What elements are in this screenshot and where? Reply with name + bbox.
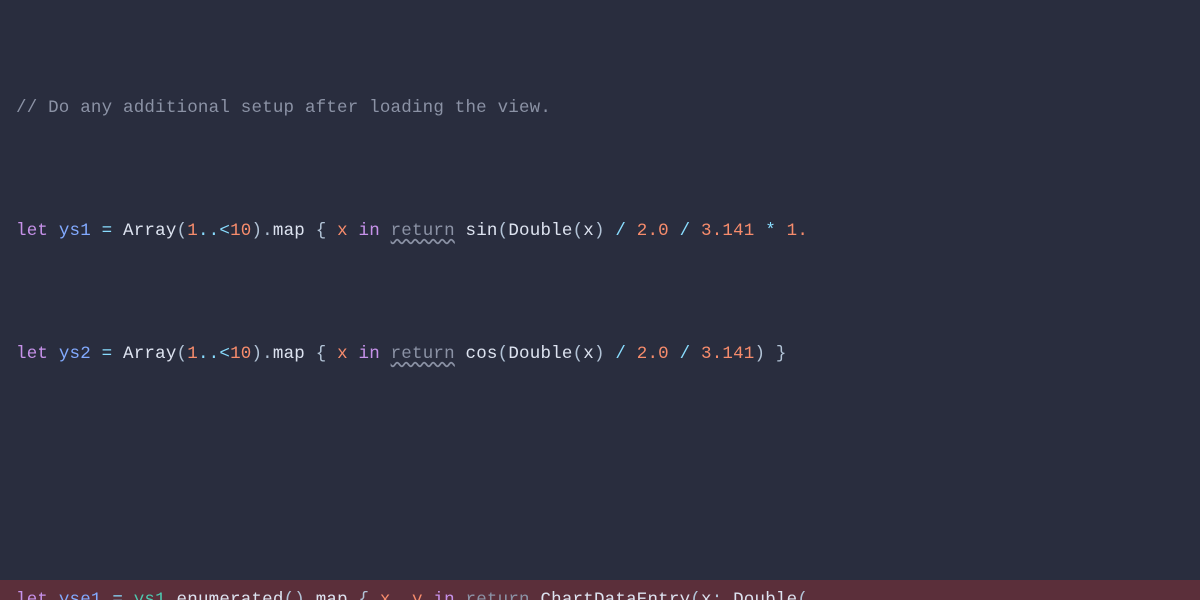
divide: / <box>680 344 691 364</box>
type-array: Array <box>123 221 177 241</box>
comment: // Do any additional setup after loading… <box>16 98 551 118</box>
number: 2.0 <box>637 344 669 364</box>
number: 1. <box>787 221 808 241</box>
var-x: x <box>583 344 594 364</box>
paren: ) <box>594 344 605 364</box>
param-y: y <box>412 590 423 600</box>
type-double: Double <box>508 344 572 364</box>
keyword-in: in <box>359 221 380 241</box>
code-line[interactable]: let ys1 = Array(1..<10).map { x in retur… <box>0 211 1200 252</box>
paren: ( <box>284 590 295 600</box>
number: 10 <box>230 221 251 241</box>
keyword-in: in <box>359 344 380 364</box>
paren: ) <box>294 590 305 600</box>
divide: / <box>615 344 626 364</box>
number: 10 <box>230 344 251 364</box>
paren: ( <box>573 221 584 241</box>
method-enumerated: enumerated <box>177 590 284 600</box>
type-double: Double <box>508 221 572 241</box>
code-line-highlighted[interactable]: let yse1 = ys1.enumerated().map { x, y i… <box>0 580 1200 600</box>
keyword-let: let <box>16 344 48 364</box>
type-double: Double <box>733 590 797 600</box>
dot: . <box>262 344 273 364</box>
number: 2.0 <box>637 221 669 241</box>
equals: = <box>102 221 113 241</box>
equals: = <box>102 344 113 364</box>
dot: . <box>305 590 316 600</box>
paren: ( <box>498 344 509 364</box>
paren: ) <box>251 221 262 241</box>
type-array: Array <box>123 344 177 364</box>
paren: ) <box>251 344 262 364</box>
var-ys1: ys1 <box>59 221 91 241</box>
range-op: ..< <box>198 344 230 364</box>
keyword-in: in <box>433 590 454 600</box>
brace: } <box>776 344 787 364</box>
keyword-let: let <box>16 590 48 600</box>
paren: ( <box>498 221 509 241</box>
paren: ( <box>177 221 188 241</box>
keyword-return: return <box>391 344 455 364</box>
paren: ) <box>755 344 766 364</box>
code-line[interactable]: let ys2 = Array(1..<10).map { x in retur… <box>0 334 1200 375</box>
paren: ) <box>594 221 605 241</box>
equals: = <box>112 590 123 600</box>
multiply: * <box>765 221 776 241</box>
number: 3.141 <box>701 344 755 364</box>
number: 1 <box>187 221 198 241</box>
blank-line[interactable] <box>0 457 1200 498</box>
brace: { <box>316 344 327 364</box>
brace: { <box>359 590 370 600</box>
param-x: x <box>380 590 391 600</box>
paren: ( <box>690 590 701 600</box>
func-cos: cos <box>466 344 498 364</box>
var-x: x <box>583 221 594 241</box>
param-x: x <box>337 344 348 364</box>
paren: ( <box>177 344 188 364</box>
brace: { <box>316 221 327 241</box>
method-map: map <box>273 344 305 364</box>
method-map: map <box>316 590 348 600</box>
divide: / <box>680 221 691 241</box>
param-x: x <box>337 221 348 241</box>
keyword-return: return <box>466 590 530 600</box>
divide: / <box>615 221 626 241</box>
colon: : <box>712 590 723 600</box>
paren: ( <box>573 344 584 364</box>
keyword-let: let <box>16 221 48 241</box>
dot: . <box>166 590 177 600</box>
comma: , <box>391 590 402 600</box>
var-yse1: yse1 <box>59 590 102 600</box>
keyword-return: return <box>391 221 455 241</box>
method-map: map <box>273 221 305 241</box>
code-editor[interactable]: // Do any additional setup after loading… <box>0 0 1200 600</box>
number: 3.141 <box>701 221 755 241</box>
paren: ( <box>797 590 808 600</box>
range-op: ..< <box>198 221 230 241</box>
func-sin: sin <box>466 221 498 241</box>
ref-ys1: ys1 <box>134 590 166 600</box>
code-line[interactable]: // Do any additional setup after loading… <box>0 88 1200 129</box>
number: 1 <box>187 344 198 364</box>
type-chartdataentry: ChartDataEntry <box>540 590 690 600</box>
arg-x: x <box>701 590 712 600</box>
var-ys2: ys2 <box>59 344 91 364</box>
dot: . <box>262 221 273 241</box>
